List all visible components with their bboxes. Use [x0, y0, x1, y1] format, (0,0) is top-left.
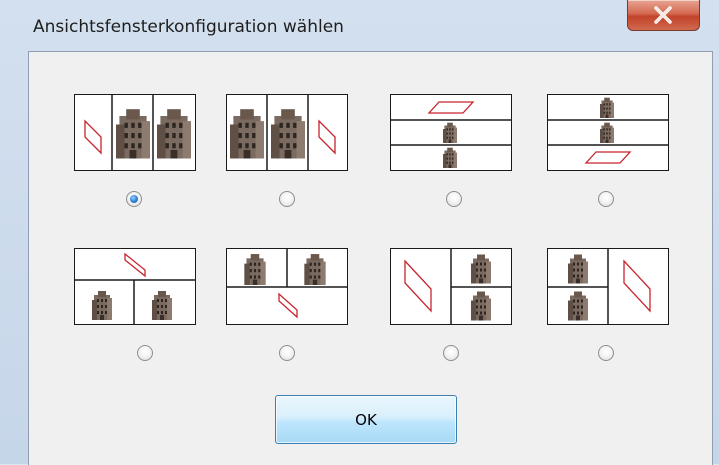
layout-thumbnail-two-left-3d-right[interactable]	[547, 248, 669, 325]
ok-button[interactable]: OK	[275, 395, 457, 444]
layout-thumbnail-3d-left-two-right[interactable]	[390, 248, 512, 325]
layout-radio-3[interactable]	[446, 191, 462, 207]
layout-radio-1[interactable]	[126, 191, 142, 207]
title-bar[interactable]: Ansichtsfensterkonfiguration wählen	[0, 0, 719, 44]
layout-radio-4[interactable]	[598, 191, 614, 207]
close-icon	[654, 6, 672, 24]
layout-thumbnail-3d-top-two-bottom[interactable]	[74, 248, 196, 325]
dialog-content: OK	[28, 51, 713, 465]
layout-radio-7[interactable]	[443, 345, 459, 361]
layout-radio-2[interactable]	[279, 191, 295, 207]
close-button[interactable]	[627, 0, 700, 31]
layout-thumbnail-3d-right-three-columns[interactable]	[226, 94, 348, 171]
layout-thumbnail-3d-top-three-rows[interactable]	[390, 94, 512, 171]
layout-radio-6[interactable]	[279, 345, 295, 361]
layout-thumbnail-3d-bottom-three-rows[interactable]	[547, 94, 669, 171]
layout-thumbnail-two-top-3d-bottom[interactable]	[226, 248, 348, 325]
layout-radio-8[interactable]	[598, 345, 614, 361]
layout-radio-5[interactable]	[137, 345, 153, 361]
layout-thumbnail-3d-left-three-columns[interactable]	[74, 94, 196, 171]
dialog-window: Ansichtsfensterkonfiguration wählen OK	[0, 0, 719, 465]
window-title: Ansichtsfensterkonfiguration wählen	[33, 17, 344, 37]
